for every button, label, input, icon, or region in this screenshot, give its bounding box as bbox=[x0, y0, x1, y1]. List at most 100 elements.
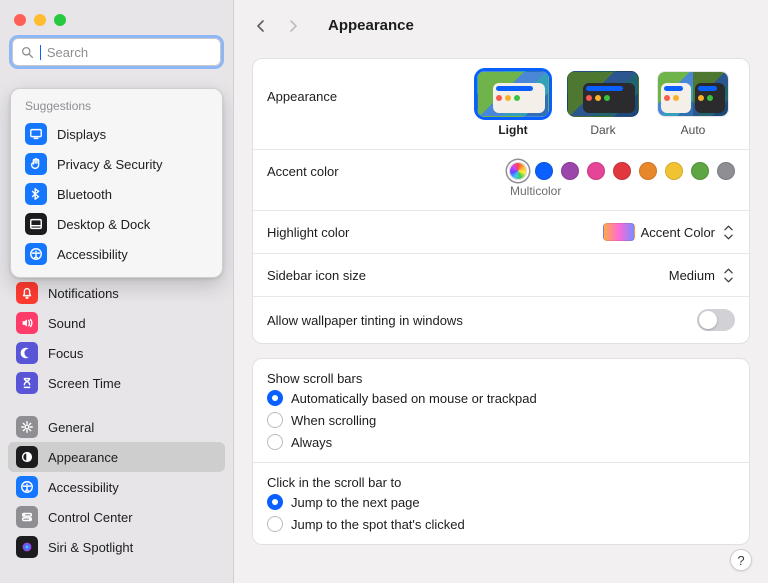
radio-dot bbox=[267, 516, 283, 532]
appearance-option-label: Auto bbox=[681, 123, 706, 137]
accent-graphite[interactable] bbox=[717, 162, 735, 180]
highlight-value: Accent Color bbox=[641, 225, 715, 240]
radio-option[interactable]: Always bbox=[267, 434, 735, 450]
bluetooth-icon bbox=[25, 183, 47, 205]
accent-row: Accent color Multicolor bbox=[253, 149, 749, 210]
minimize-button[interactable] bbox=[34, 14, 46, 26]
zoom-button[interactable] bbox=[54, 14, 66, 26]
tinting-toggle[interactable] bbox=[697, 309, 735, 331]
sidebar-item-notifications[interactable]: Notifications bbox=[8, 278, 225, 308]
toggle-knob bbox=[699, 311, 717, 329]
suggestion-label: Displays bbox=[57, 127, 106, 142]
suggestion-bluetooth[interactable]: Bluetooth bbox=[17, 179, 216, 209]
radio-label: Jump to the next page bbox=[291, 495, 420, 510]
radio-option[interactable]: Automatically based on mouse or trackpad bbox=[267, 390, 735, 406]
content-area: Appearance Appearance Light Dark Auto bbox=[234, 0, 768, 583]
sidebar-item-label: Siri & Spotlight bbox=[48, 540, 133, 555]
sidebar-size-row: Sidebar icon size Medium bbox=[253, 253, 749, 296]
accent-yellow[interactable] bbox=[665, 162, 683, 180]
appearance-option-dark[interactable]: Dark bbox=[567, 71, 639, 137]
accent-multicolor[interactable] bbox=[509, 162, 527, 180]
sidebar-item-label: Screen Time bbox=[48, 376, 121, 391]
suggestion-desktop-dock[interactable]: Desktop & Dock bbox=[17, 209, 216, 239]
sidebar: Suggestions Displays Privacy & Security … bbox=[0, 0, 234, 583]
radio-dot bbox=[267, 494, 283, 510]
tinting-label: Allow wallpaper tinting in windows bbox=[267, 313, 463, 328]
sidebar-item-sound[interactable]: Sound bbox=[8, 308, 225, 338]
appearance-option-light[interactable]: Light bbox=[477, 71, 549, 137]
highlight-swatch bbox=[603, 223, 635, 241]
speaker-icon bbox=[16, 312, 38, 334]
radio-label: Always bbox=[291, 435, 332, 450]
sidebar-item-focus[interactable]: Focus bbox=[8, 338, 225, 368]
radio-dot bbox=[267, 434, 283, 450]
accent-orange[interactable] bbox=[639, 162, 657, 180]
bell-icon bbox=[16, 282, 38, 304]
radio-label: Automatically based on mouse or trackpad bbox=[291, 391, 537, 406]
accent-blue[interactable] bbox=[535, 162, 553, 180]
sidebar-item-label: Appearance bbox=[48, 450, 118, 465]
appearance-row: Appearance Light Dark Auto bbox=[253, 59, 749, 149]
suggestion-label: Accessibility bbox=[57, 247, 128, 262]
suggestion-displays[interactable]: Displays bbox=[17, 119, 216, 149]
sidebar-size-select[interactable]: Medium bbox=[669, 266, 735, 284]
suggestion-label: Bluetooth bbox=[57, 187, 112, 202]
sidebar-size-value: Medium bbox=[669, 268, 715, 283]
accent-purple[interactable] bbox=[561, 162, 579, 180]
accent-green[interactable] bbox=[691, 162, 709, 180]
radio-dot bbox=[267, 390, 283, 406]
sidebar-item-screen-time[interactable]: Screen Time bbox=[8, 368, 225, 398]
content-header: Appearance bbox=[234, 0, 768, 52]
displays-icon bbox=[25, 123, 47, 145]
appearance-option-auto[interactable]: Auto bbox=[657, 71, 729, 137]
dock-icon bbox=[25, 213, 47, 235]
highlight-select[interactable]: Accent Color bbox=[603, 223, 735, 241]
page-title: Appearance bbox=[328, 17, 414, 34]
sidebar-item-siri-spotlight[interactable]: Siri & Spotlight bbox=[8, 532, 225, 562]
suggestion-label: Privacy & Security bbox=[57, 157, 162, 172]
suggestion-privacy-security[interactable]: Privacy & Security bbox=[17, 149, 216, 179]
appearance-option-label: Dark bbox=[590, 123, 615, 137]
suggestion-accessibility[interactable]: Accessibility bbox=[17, 239, 216, 269]
help-button[interactable]: ? bbox=[730, 549, 752, 571]
siri-icon bbox=[16, 536, 38, 558]
accent-sublabel: Multicolor bbox=[510, 184, 561, 198]
appearance-option-label: Light bbox=[498, 123, 527, 137]
sidebar-item-general[interactable]: General bbox=[8, 412, 225, 442]
radio-option[interactable]: Jump to the spot that's clicked bbox=[267, 516, 735, 532]
switches-icon bbox=[16, 506, 38, 528]
back-button[interactable] bbox=[248, 13, 274, 39]
accent-red[interactable] bbox=[613, 162, 631, 180]
search-icon bbox=[21, 46, 34, 59]
forward-button[interactable] bbox=[280, 13, 306, 39]
close-button[interactable] bbox=[14, 14, 26, 26]
stepper-icon bbox=[721, 223, 735, 241]
radio-option[interactable]: Jump to the next page bbox=[267, 494, 735, 510]
tinting-row: Allow wallpaper tinting in windows bbox=[253, 296, 749, 343]
sidebar-item-label: Notifications bbox=[48, 286, 119, 301]
search-field[interactable] bbox=[12, 38, 221, 66]
accent-pink[interactable] bbox=[587, 162, 605, 180]
sidebar-item-control-center[interactable]: Control Center bbox=[8, 502, 225, 532]
search-input[interactable] bbox=[47, 45, 212, 60]
stepper-icon bbox=[721, 266, 735, 284]
sidebar-size-label: Sidebar icon size bbox=[267, 268, 366, 283]
sidebar-item-label: Focus bbox=[48, 346, 83, 361]
accessibility-icon bbox=[25, 243, 47, 265]
hourglass-icon bbox=[16, 372, 38, 394]
accessibility-icon bbox=[16, 476, 38, 498]
highlight-label: Highlight color bbox=[267, 225, 349, 240]
sidebar-item-accessibility[interactable]: Accessibility bbox=[8, 472, 225, 502]
sidebar-item-label: Sound bbox=[48, 316, 86, 331]
sidebar-item-label: Control Center bbox=[48, 510, 133, 525]
system-settings-window: Suggestions Displays Privacy & Security … bbox=[0, 0, 768, 583]
sidebar-item-label: Accessibility bbox=[48, 480, 119, 495]
sidebar-item-appearance[interactable]: Appearance bbox=[8, 442, 225, 472]
accent-label: Accent color bbox=[267, 162, 339, 179]
appearance-panel: Appearance Light Dark Auto Accent color … bbox=[252, 58, 750, 344]
scrollclick-label: Click in the scroll bar to bbox=[253, 462, 749, 492]
suggestions-header: Suggestions bbox=[17, 99, 216, 119]
radio-option[interactable]: When scrolling bbox=[267, 412, 735, 428]
suggestion-label: Desktop & Dock bbox=[57, 217, 150, 232]
radio-label: Jump to the spot that's clicked bbox=[291, 517, 465, 532]
